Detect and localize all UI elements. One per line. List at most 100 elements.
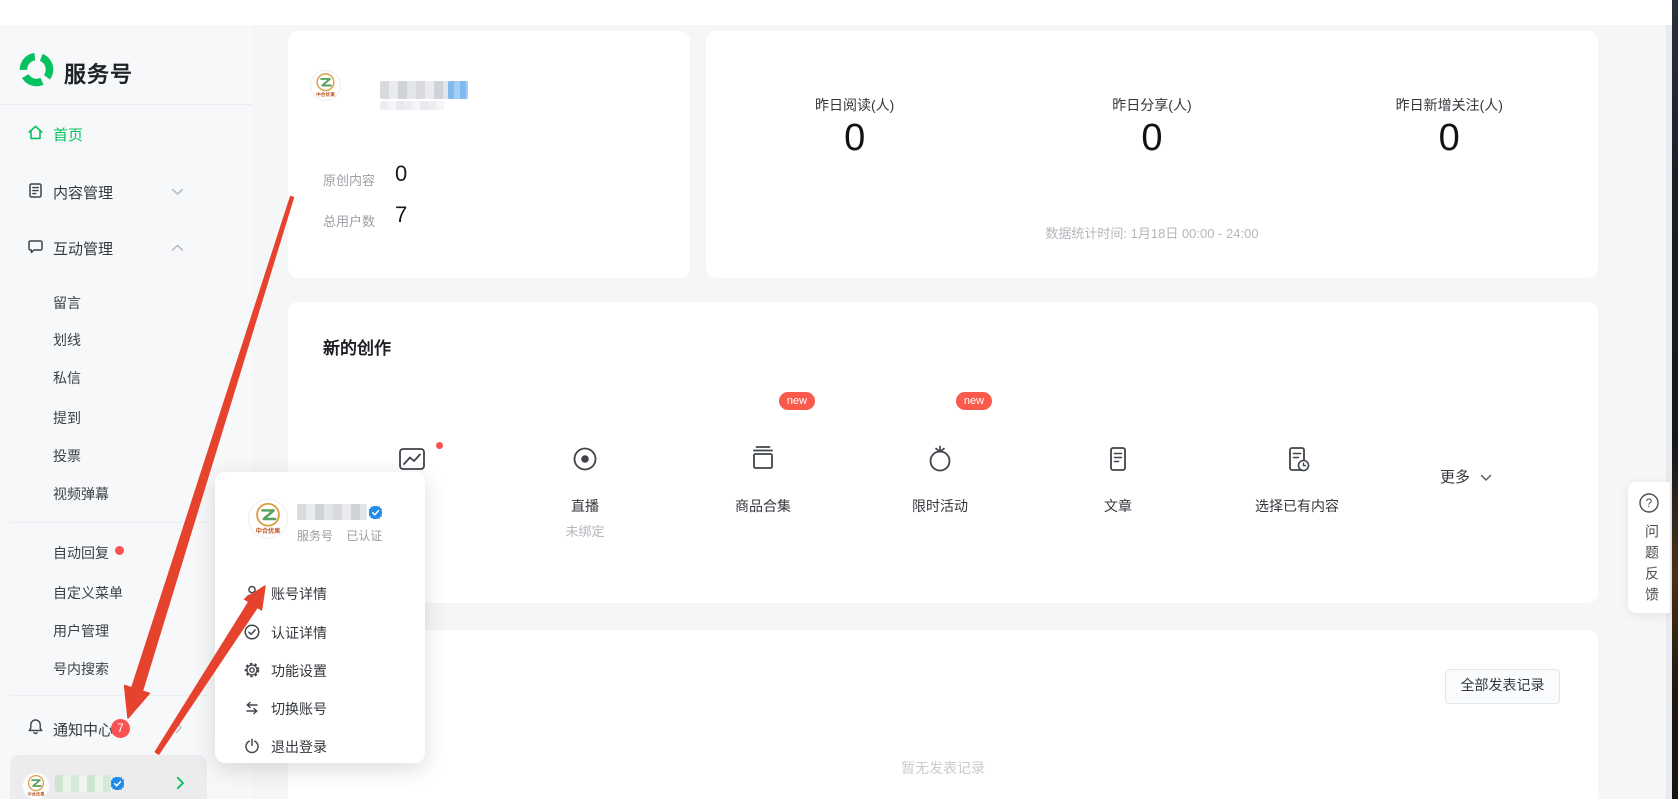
creation-item-existing-content[interactable]: 选择已有内容: [1237, 392, 1357, 542]
menu-item-label: 功能设置: [271, 661, 327, 681]
sidebar-item-video-danmu[interactable]: 视频弹幕: [53, 484, 109, 504]
sidebar-item-label: 内容管理: [53, 182, 113, 203]
verified-label: 已认证: [346, 529, 382, 543]
popup-avatar: [248, 499, 288, 539]
account-type-verified: 服务号 已认证: [297, 527, 382, 544]
stat-label: 昨日分享(人): [1003, 95, 1300, 115]
profile-card: 原创内容 0 总用户数 7: [288, 31, 690, 278]
profile-name-blurred-blue: [448, 81, 468, 99]
bell-icon: [27, 718, 44, 736]
svg-text:?: ?: [1646, 498, 1652, 510]
creation-item-label: 商品合集: [703, 496, 823, 516]
creation-item-label: 选择已有内容: [1237, 496, 1357, 516]
sidebar-item-private-msg[interactable]: 私信: [53, 368, 81, 388]
profile-name-blurred-line2: [380, 101, 444, 110]
menu-item-logout[interactable]: 退出登录: [215, 734, 425, 758]
sidebar-item-content-mgmt[interactable]: 内容管理: [0, 179, 252, 205]
sidebar-item-home[interactable]: 首页: [0, 121, 252, 147]
gear-icon: [243, 661, 261, 679]
all-publish-records-button[interactable]: 全部发表记录: [1445, 669, 1560, 704]
stat-value: 0: [1003, 117, 1300, 160]
more-link[interactable]: 更多: [1440, 466, 1492, 487]
new-content-dot: [436, 442, 443, 449]
person-icon: [243, 584, 261, 602]
window-edge-strip: [1672, 0, 1678, 799]
creation-item-sublabel: 未绑定: [525, 521, 645, 540]
sidebar-item-user-mgmt[interactable]: 用户管理: [53, 621, 109, 641]
total-users-value: 7: [395, 202, 407, 228]
chevron-right-icon: [176, 776, 185, 790]
card-title: 新的创作: [323, 334, 391, 359]
sidebar-item-underline[interactable]: 划线: [53, 330, 81, 350]
creation-item-label: 文章: [1058, 496, 1178, 516]
document-icon: [27, 182, 44, 199]
chevron-up-icon: [171, 244, 184, 252]
auto-reply-alert-dot: [115, 546, 124, 555]
new-badge: new: [779, 392, 815, 410]
new-badge: new: [956, 392, 992, 410]
sidebar-item-label: 互动管理: [53, 238, 113, 259]
divider: [10, 522, 207, 523]
notice-badge: 7: [111, 719, 130, 738]
brand-title: 服务号: [64, 57, 133, 89]
article-icon: [1101, 442, 1135, 476]
sidebar-item-auto-reply[interactable]: 自动回复: [53, 543, 109, 563]
chevron-down-icon: [171, 188, 184, 196]
creation-item-collection[interactable]: 商品合集 new: [703, 392, 823, 542]
account-type-label: 服务号: [297, 529, 333, 543]
sidebar-item-account-search[interactable]: 号内搜索: [53, 659, 109, 679]
activity-icon: [923, 442, 957, 476]
menu-item-label: 退出登录: [271, 737, 327, 757]
divider: [10, 695, 207, 696]
total-users-label: 总用户数: [323, 211, 375, 230]
feedback-label: 问题反馈: [1642, 524, 1662, 608]
sidebar-item-label: 首页: [53, 124, 83, 145]
image-icon: [395, 442, 429, 476]
feedback-button[interactable]: ? 问题反馈: [1628, 482, 1670, 613]
chevron-right-icon: [175, 721, 183, 734]
chat-bubble-icon: [27, 238, 44, 255]
creation-item-label: 直播: [525, 496, 645, 516]
stat-value: 0: [706, 117, 1003, 160]
new-creation-card: 新的创作 直播 未绑定 商品合集 new: [288, 302, 1598, 603]
creation-item-activity[interactable]: 限时活动 new: [880, 392, 1000, 542]
creation-item-article[interactable]: 文章: [1058, 392, 1178, 542]
sidebar-item-votes[interactable]: 投票: [53, 446, 81, 466]
menu-item-switch-account[interactable]: 切换账号: [215, 696, 425, 720]
account-name-blurred: [55, 775, 112, 792]
sidebar-item-mentions[interactable]: 提到: [53, 408, 81, 428]
stat-value: 0: [1301, 117, 1598, 160]
check-circle-icon: [243, 623, 261, 641]
chevron-down-icon: [1480, 474, 1492, 482]
menu-item-cert-detail[interactable]: 认证详情: [215, 620, 425, 644]
account-popup-menu: 服务号 已认证 账号详情 认证详情 功能设置 切换账号: [215, 472, 425, 763]
menu-item-label: 账号详情: [271, 584, 327, 604]
original-content-label: 原创内容: [323, 170, 375, 189]
menu-item-label: 切换账号: [271, 699, 327, 719]
verified-badge-icon: [111, 777, 124, 790]
more-label: 更多: [1440, 469, 1470, 486]
divider: [0, 104, 252, 105]
collection-icon: [746, 442, 780, 476]
menu-item-feature-settings[interactable]: 功能设置: [215, 658, 425, 682]
creation-item-label: 限时活动: [880, 496, 1000, 516]
sidebar-item-custom-menu[interactable]: 自定义菜单: [53, 583, 123, 603]
wechat-official-account-dashboard: 服务号 首页 内容管理 互动管理 留言: [0, 0, 1678, 799]
notice-center-label: 通知中心: [53, 719, 113, 740]
account-avatar: [22, 772, 50, 799]
yesterday-stats-card: 昨日阅读(人) 0 昨日分享(人) 0 昨日新增关注(人) 0 数据统计时间: …: [706, 31, 1598, 278]
verified-badge-icon: [369, 506, 382, 519]
publish-records-card: 全部发表记录 暂无发表记录: [288, 630, 1598, 799]
live-icon: [568, 442, 602, 476]
stat-label: 昨日新增关注(人): [1301, 95, 1598, 115]
home-icon: [27, 124, 44, 141]
menu-item-label: 认证详情: [271, 623, 327, 643]
stats-time-range: 数据统计时间: 1月18日 00:00 - 24:00: [706, 223, 1598, 242]
menu-item-account-detail[interactable]: 账号详情: [215, 581, 425, 605]
sidebar-account-row[interactable]: [10, 755, 207, 799]
sidebar-item-messages[interactable]: 留言: [53, 293, 81, 313]
creation-item-live[interactable]: 直播 未绑定: [525, 392, 645, 542]
sidebar-item-interact-mgmt[interactable]: 互动管理: [0, 235, 252, 261]
switch-arrows-icon: [243, 699, 261, 717]
power-icon: [243, 737, 261, 755]
